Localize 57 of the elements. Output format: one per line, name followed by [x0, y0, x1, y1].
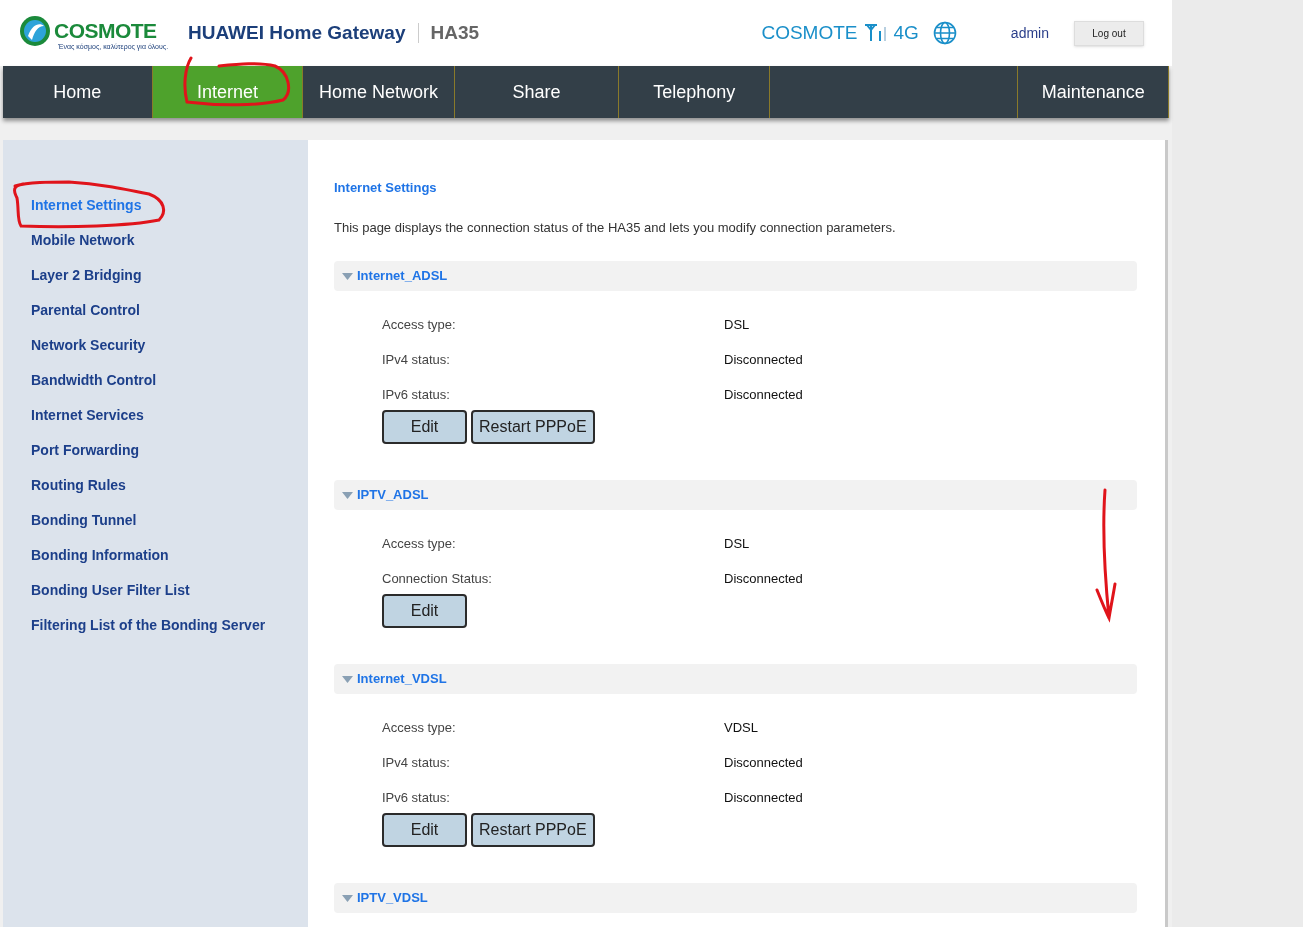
field-label: IPv4 status: [382, 753, 451, 772]
field-value: Disconnected [724, 753, 803, 772]
sidebar-item[interactable]: Network Security [31, 335, 146, 356]
nav-tab[interactable]: Home [53, 78, 102, 106]
operator-name: COSMOTE [761, 20, 858, 45]
field-label: IPv6 status: [382, 788, 451, 807]
nav-tab[interactable]: Maintenance [1041, 78, 1145, 106]
section-title: Internet_VDSL [357, 670, 447, 689]
section-header[interactable]: Internet_VDSL [334, 664, 1137, 694]
action-button[interactable]: Edit [382, 594, 467, 628]
field-value: Disconnected [724, 788, 803, 807]
field-value: Disconnected [724, 569, 803, 588]
nav-tab[interactable]: Telephony [653, 78, 736, 106]
page-title: Internet Settings [334, 179, 438, 197]
action-button[interactable]: Edit [382, 410, 467, 444]
section-header[interactable]: IPTV_VDSL [334, 883, 1137, 913]
nav-tab[interactable]: Share [512, 78, 561, 106]
signal-icon [863, 24, 886, 42]
sidebar-item[interactable]: Bonding User Filter List [31, 580, 190, 601]
network-type: 4G [893, 20, 919, 45]
action-button[interactable]: Restart PPPoE [471, 813, 595, 847]
field-label: Connection Status: [382, 569, 493, 588]
page-description: This page displays the connection status of the HA35 and lets you modify connection parameters. [334, 218, 897, 237]
field-label: IPv4 status: [382, 350, 451, 369]
model-name: HA35 [430, 20, 480, 45]
field-value: DSL [724, 534, 750, 553]
field-label: Access type: [382, 534, 457, 553]
sidebar-item[interactable]: Bandwidth Control [31, 370, 157, 391]
sidebar-item[interactable]: Mobile Network [31, 230, 135, 251]
sidebar-item[interactable]: Routing Rules [31, 475, 126, 496]
sidebar-item[interactable]: Parental Control [31, 300, 140, 321]
sidebar-item[interactable]: Layer 2 Bridging [31, 265, 142, 286]
logout-button[interactable]: Log out [1074, 20, 1144, 46]
sidebar-item[interactable]: Filtering List of the Bonding Server [31, 615, 266, 636]
username: admin [1010, 23, 1049, 43]
section-header[interactable]: IPTV_ADSL [334, 480, 1137, 510]
sidebar-item[interactable]: Internet Services [31, 405, 144, 426]
field-label: Access type: [382, 315, 457, 334]
action-button[interactable]: Edit [382, 813, 467, 847]
field-value: DSL [724, 315, 750, 334]
field-value: VDSL [724, 718, 758, 737]
section-title: IPTV_VDSL [357, 889, 428, 908]
field-value: Disconnected [724, 385, 803, 404]
section-title: Internet_ADSL [357, 267, 448, 286]
nav-tab[interactable]: Home Network [319, 78, 439, 106]
sidebar-item[interactable]: Bonding Information [31, 545, 169, 566]
logo-icon [18, 13, 52, 48]
action-button[interactable]: Restart PPPoE [471, 410, 595, 444]
field-label: IPv6 status: [382, 385, 451, 404]
field-value: Disconnected [724, 350, 803, 369]
globe-icon [932, 21, 957, 45]
section-title: IPTV_ADSL [357, 486, 429, 505]
sidebar-item[interactable]: Bonding Tunnel [31, 510, 137, 531]
section-header[interactable]: Internet_ADSL [334, 261, 1137, 291]
product-title: HUAWEI Home Gateway [188, 20, 406, 45]
field-label: Access type: [382, 718, 457, 737]
sidebar-item[interactable]: Port Forwarding [31, 440, 140, 461]
